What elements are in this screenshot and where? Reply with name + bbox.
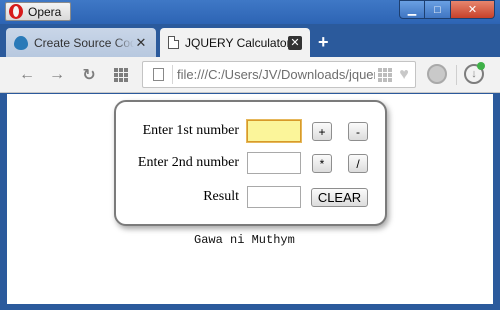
tab-title: JQUERY Calculator [185, 35, 288, 50]
tab-jquery-calculator[interactable]: JQUERY Calculator ✕ [160, 28, 310, 57]
forward-icon[interactable]: → [47, 65, 67, 85]
multiply-button[interactable]: * [312, 154, 332, 173]
clear-button[interactable]: CLEAR [311, 188, 368, 207]
adblock-shield-icon[interactable] [427, 64, 447, 84]
page-icon [168, 36, 179, 49]
download-status-dot [477, 62, 485, 70]
drupal-icon [14, 35, 28, 50]
window-controls: ▁ □ ✕ [399, 0, 495, 19]
address-bar[interactable]: file:///C:/Users/JV/Downloads/jquery ♥ [142, 61, 416, 88]
divide-button[interactable]: / [348, 154, 368, 173]
new-tab-button[interactable]: + [318, 33, 329, 51]
result-label: Result [203, 189, 239, 204]
speed-dial-icon[interactable] [111, 65, 131, 85]
author-credit: Gawa ni Muthym [194, 233, 295, 247]
first-number-row: Enter 1st number + - [116, 120, 385, 144]
opera-logo-icon [9, 4, 23, 19]
page-icon [153, 68, 164, 81]
extensions-grid-icon[interactable] [378, 67, 392, 82]
bookmark-heart-icon[interactable]: ♥ [395, 66, 413, 84]
tab-title: Create Source Code [34, 35, 134, 50]
reload-icon[interactable]: ↻ [79, 65, 99, 85]
tab-create-source-code[interactable]: Create Source Code ✕ [6, 28, 156, 57]
result-field[interactable] [247, 186, 301, 208]
calculator-panel: Enter 1st number + - Enter 2nd number * … [114, 100, 387, 226]
browser-toolbar: ← → ↻ file:///C:/Users/JV/Downloads/jque… [0, 57, 500, 93]
second-number-input[interactable] [247, 152, 301, 174]
tab-close-icon[interactable]: ✕ [288, 35, 302, 50]
first-number-input[interactable] [247, 120, 301, 142]
second-number-label: Enter 2nd number [137, 155, 239, 170]
add-button[interactable]: + [312, 122, 332, 141]
second-number-row: Enter 2nd number * / [116, 152, 385, 176]
tab-close-icon[interactable]: ✕ [134, 35, 148, 50]
title-bar: Opera ▁ □ ✕ [0, 0, 500, 24]
address-url[interactable]: file:///C:/Users/JV/Downloads/jquery [177, 67, 375, 82]
close-window-button[interactable]: ✕ [451, 0, 495, 19]
subtract-button[interactable]: - [348, 122, 368, 141]
first-number-label: Enter 1st number [142, 123, 239, 138]
grid-icon [114, 68, 128, 82]
result-row: Result CLEAR [116, 186, 385, 210]
back-icon[interactable]: ← [17, 65, 37, 85]
opera-menu-button[interactable]: Opera [5, 2, 71, 21]
address-divider [172, 65, 173, 84]
browser-window: Opera ▁ □ ✕ Create Source Code ✕ JQUERY … [0, 0, 500, 310]
tab-strip: Create Source Code ✕ JQUERY Calculator ✕… [0, 24, 500, 57]
minimize-button[interactable]: ▁ [399, 0, 425, 19]
maximize-button[interactable]: □ [425, 0, 451, 19]
opera-menu-label: Opera [28, 4, 62, 19]
toolbar-divider [456, 65, 457, 85]
page-viewport: Enter 1st number + - Enter 2nd number * … [7, 94, 493, 304]
